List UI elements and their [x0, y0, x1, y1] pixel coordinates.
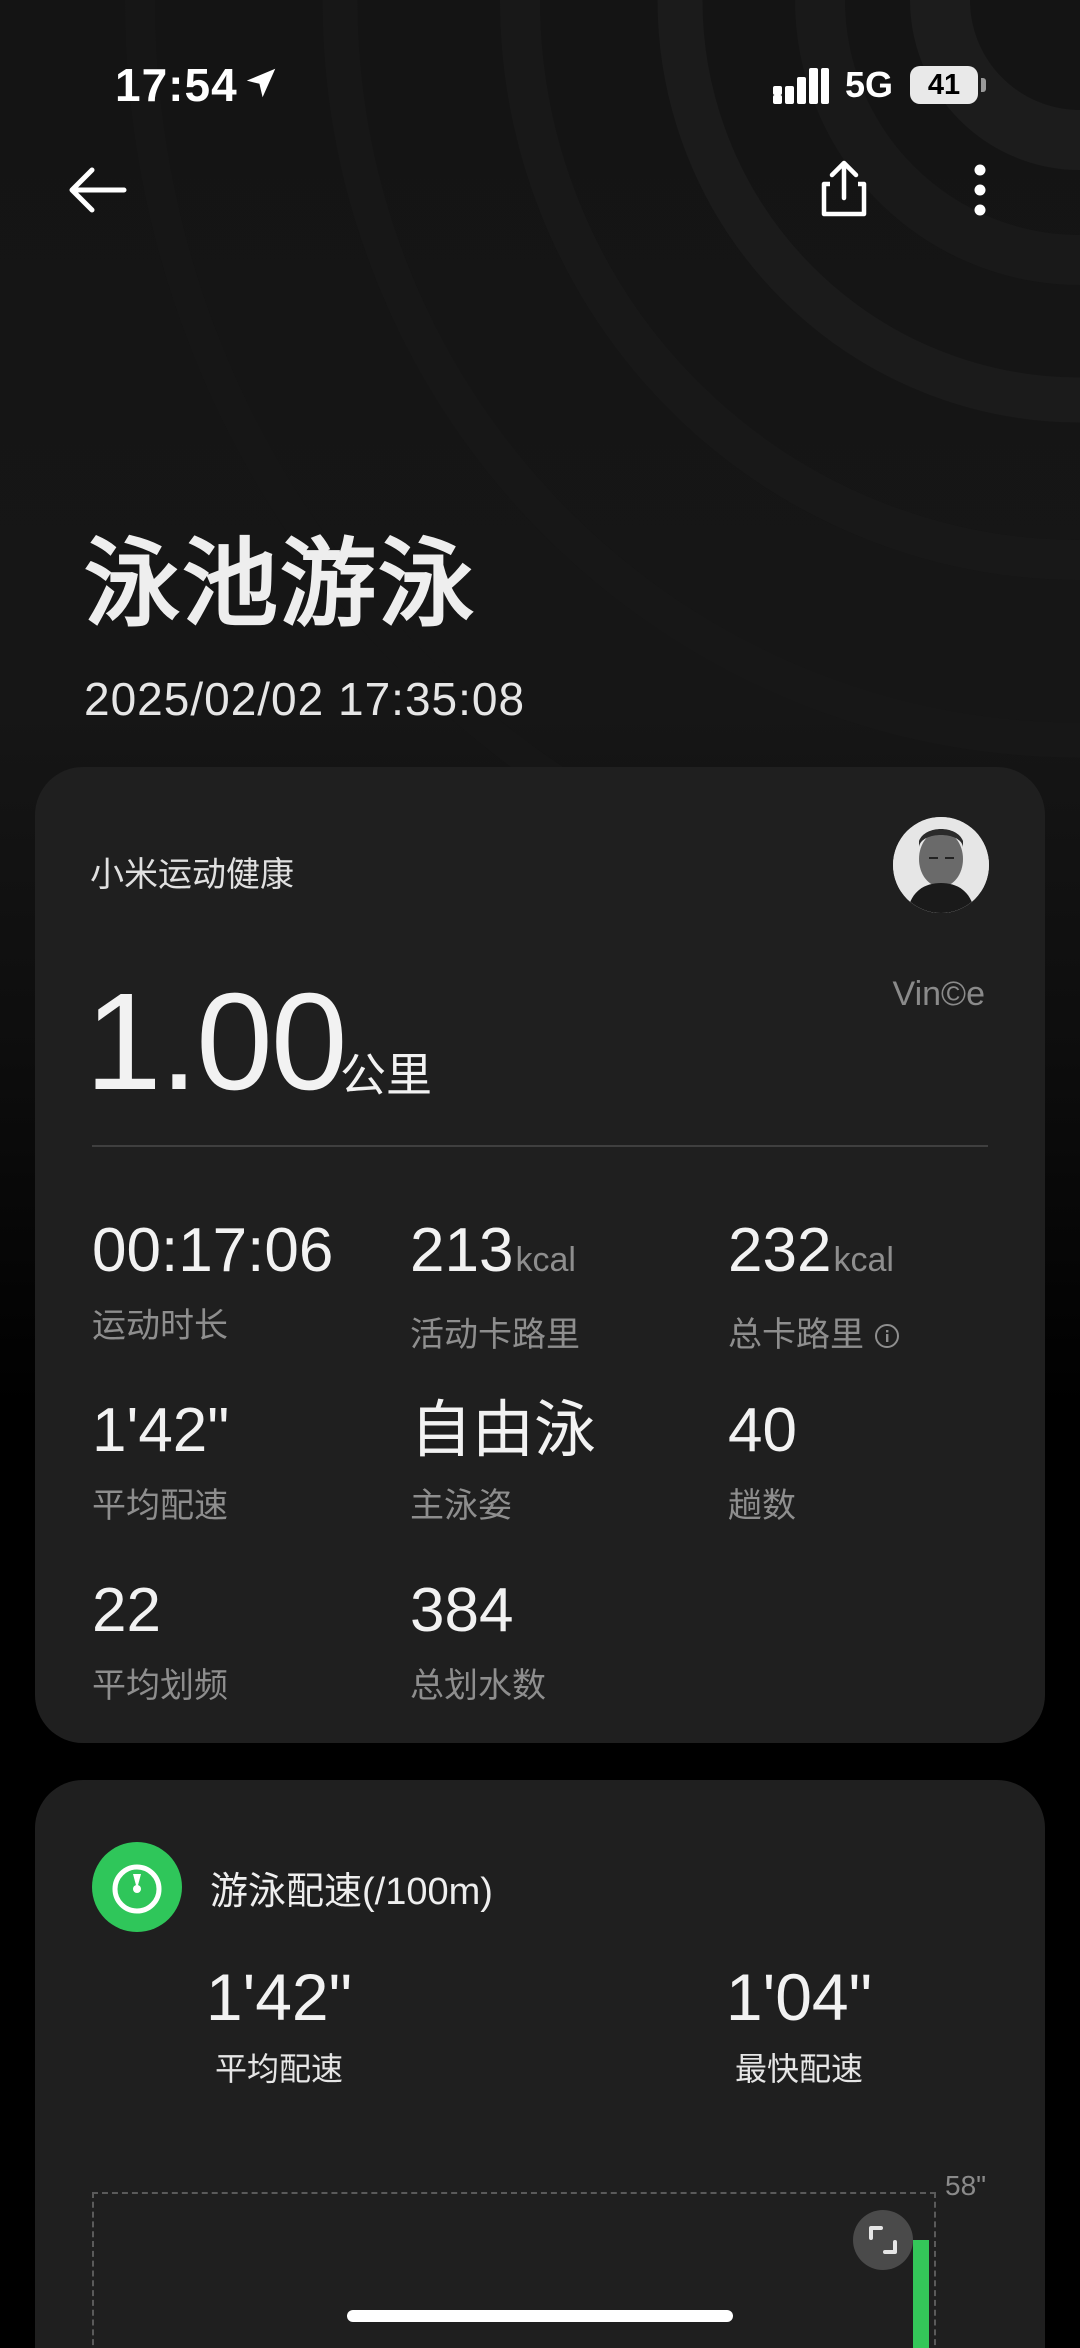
source-app-label: 小米运动健康	[90, 856, 294, 894]
pace-avg-label: 平均配速	[214, 2051, 343, 2087]
stat-label: 趟数	[728, 1487, 796, 1525]
stat-value: 22	[92, 1576, 161, 1645]
stat-main-stroke: 自由泳 主泳姿	[410, 1394, 596, 1527]
stat-value: 213	[410, 1216, 514, 1285]
stat-value: 自由泳	[410, 1396, 597, 1465]
page-title: 泳池游泳	[84, 531, 476, 638]
status-bar: 17:54 5G 41	[0, 0, 1080, 170]
home-indicator[interactable]	[347, 2310, 733, 2322]
share-button[interactable]	[812, 158, 876, 222]
workout-datetime: 2025/02/02 17:35:08	[84, 673, 526, 725]
stat-value: 384	[410, 1576, 514, 1645]
network-type: 5G	[845, 64, 894, 105]
stat-unit: kcal	[515, 1241, 576, 1279]
stat-avg-stroke-rate: 22 平均划频	[92, 1574, 228, 1707]
distance-unit: 公里	[340, 1049, 432, 1101]
stat-label: 活动卡路里	[410, 1316, 580, 1354]
stat-label: 运动时长	[92, 1307, 228, 1345]
stat-value: 00:17:06	[92, 1216, 334, 1285]
pace-fastest-label: 最快配速	[734, 2051, 863, 2087]
pace-avg: 1'42" 平均配速	[129, 1958, 429, 2090]
more-options-button[interactable]	[955, 158, 1005, 222]
stat-value: 232	[728, 1216, 832, 1285]
stat-label: 平均配速	[92, 1487, 228, 1525]
distance-value: 1.00	[85, 965, 348, 1119]
workout-detail-screen: 17:54 5G 41 泳池游泳 2025/02/02 17:35:08 小米运…	[0, 0, 1080, 2348]
stat-total-calories: 232kcal 总卡路里	[728, 1214, 900, 1356]
stat-duration: 00:17:06 运动时长	[92, 1214, 333, 1347]
pace-section-title: 游泳配速(/100m)	[210, 1871, 493, 1913]
expand-chart-button[interactable]	[853, 2210, 913, 2270]
stopwatch-icon	[92, 1842, 182, 1932]
pace-chart	[92, 2192, 936, 2348]
status-time: 17:54	[115, 59, 238, 111]
stat-label: 主泳姿	[410, 1487, 512, 1525]
signal-icon	[773, 68, 829, 104]
location-arrow-icon	[246, 68, 276, 98]
stat-label: 平均划频	[92, 1667, 228, 1705]
stat-laps: 40 趟数	[728, 1394, 797, 1527]
avatar-image	[893, 817, 989, 913]
battery-tip	[981, 78, 986, 92]
summary-card: 小米运动健康 Vin©e 1.00 公里 00:17:06 运动时长 213kc…	[35, 767, 1045, 1743]
expand-icon	[869, 2226, 897, 2254]
battery-indicator: 41	[910, 66, 978, 104]
back-button[interactable]	[64, 160, 134, 220]
stat-total-strokes: 384 总划水数	[410, 1574, 546, 1707]
pace-fastest-value: 1'04"	[725, 1960, 873, 2034]
avatar[interactable]	[893, 817, 989, 913]
info-icon[interactable]	[874, 1323, 900, 1349]
chart-max-label: 58"	[945, 2170, 987, 2201]
divider	[92, 1145, 988, 1147]
stat-avg-pace: 1'42" 平均配速	[92, 1394, 229, 1527]
stat-label: 总卡路里	[728, 1316, 864, 1354]
stat-value: 1'42"	[92, 1396, 230, 1465]
pace-fastest: 1'04" 最快配速	[649, 1958, 949, 2090]
stat-active-calories: 213kcal 活动卡路里	[410, 1214, 580, 1356]
chart-bar	[913, 2240, 929, 2348]
pace-avg-value: 1'42"	[205, 1960, 353, 2034]
stat-value: 40	[728, 1396, 797, 1465]
stat-label: 总划水数	[410, 1667, 546, 1705]
pace-card[interactable]: 游泳配速(/100m) 1'42" 平均配速 1'04" 最快配速 58"	[35, 1780, 1045, 2348]
stat-unit: kcal	[833, 1241, 894, 1279]
watermark-text: Vin©e	[892, 975, 986, 1013]
